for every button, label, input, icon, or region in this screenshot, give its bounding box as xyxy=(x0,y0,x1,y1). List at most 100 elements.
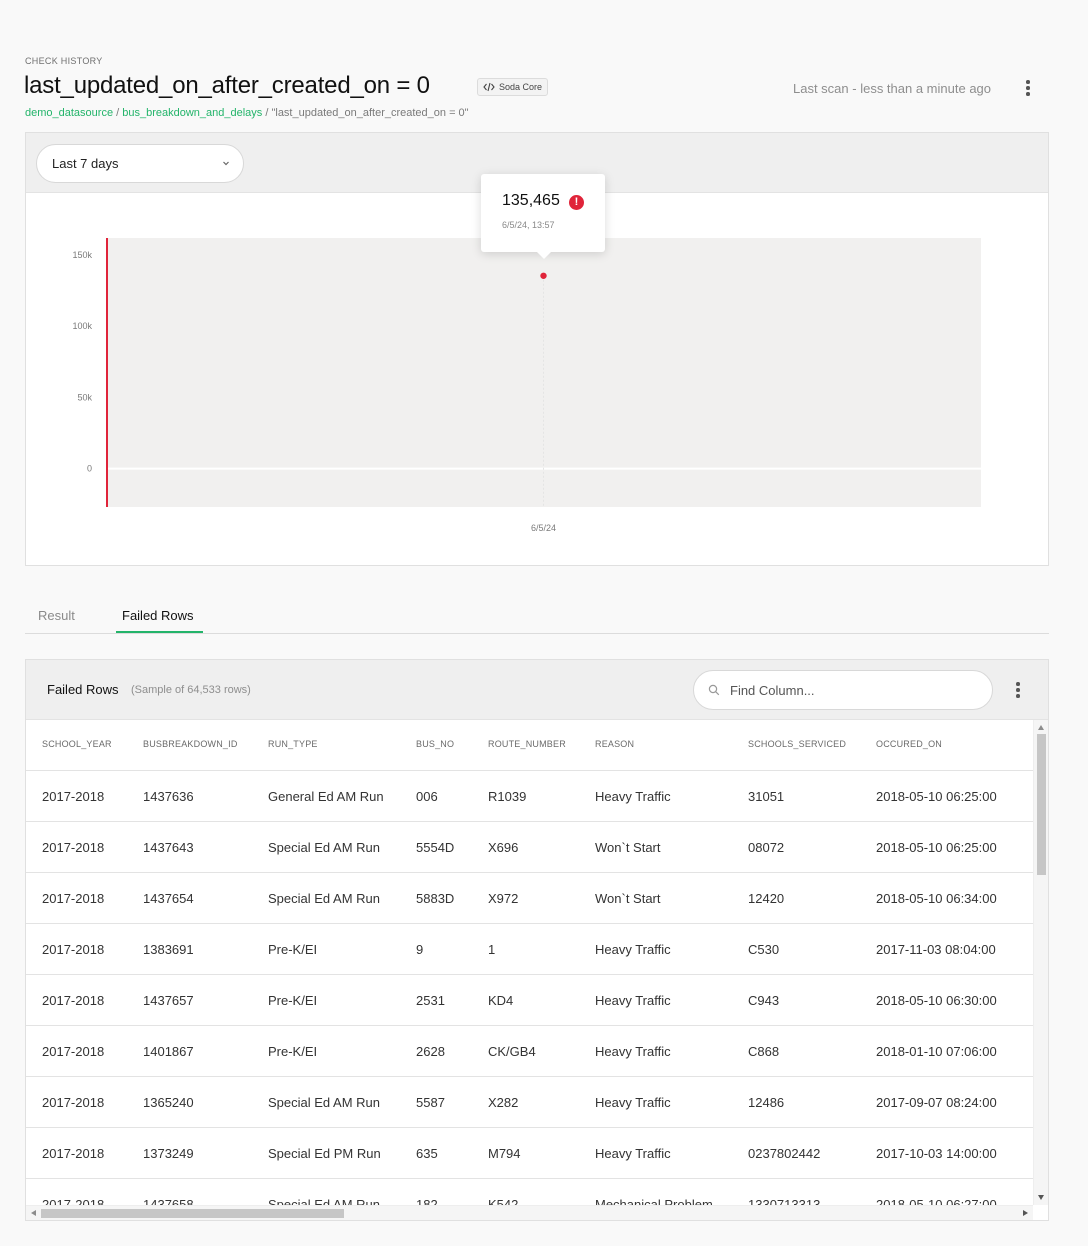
table-cell: 0237802442 xyxy=(748,1146,821,1161)
table-cell: 12486 xyxy=(748,1095,785,1110)
badge-label: Soda Core xyxy=(499,82,543,92)
table-cell: X972 xyxy=(488,891,519,906)
column-header[interactable]: RUN_TYPE xyxy=(268,739,318,749)
table-cell: Pre-K/EI xyxy=(268,942,318,957)
x-tick-label: 6/5/24 xyxy=(531,523,556,533)
code-icon xyxy=(483,82,495,92)
data-point xyxy=(540,272,547,279)
scroll-right-arrow[interactable] xyxy=(1023,1210,1028,1216)
table-cell: Heavy Traffic xyxy=(595,942,671,957)
table-cell: Heavy Traffic xyxy=(595,1044,671,1059)
table-cell: C868 xyxy=(748,1044,780,1059)
table-cell: Special Ed AM Run xyxy=(268,1095,381,1110)
failed-rows-sample-count: (Sample of 64,533 rows) xyxy=(131,684,251,696)
table-cell: Heavy Traffic xyxy=(595,993,671,1008)
table-row[interactable]: 2017-2018 1437654 Special Ed AM Run 5883D X9… xyxy=(26,873,1033,924)
table-cell: 2017-11-03 08:04:00 xyxy=(876,942,996,957)
table-cell: 5587 xyxy=(416,1095,445,1110)
table-cell: 1437654 xyxy=(143,891,194,906)
more-actions-button[interactable] xyxy=(1020,78,1036,98)
vertical-scroll-thumb[interactable] xyxy=(1037,734,1046,875)
table-cell: 1437643 xyxy=(143,840,194,855)
column-header[interactable]: REASON xyxy=(595,739,634,749)
table-cell: 2017-2018 xyxy=(42,891,105,906)
error-icon: ! xyxy=(569,195,584,210)
scroll-up-arrow[interactable] xyxy=(1038,725,1044,730)
column-header[interactable]: OCCURED_ON xyxy=(876,739,942,749)
table-cell: 635 xyxy=(416,1146,438,1161)
tab-result[interactable]: Result xyxy=(38,608,75,623)
y-tick-label: 150k xyxy=(72,250,92,260)
table-cell: 31051 xyxy=(748,789,785,804)
search-icon xyxy=(708,684,720,696)
table-cell: 2017-09-07 08:24:00 xyxy=(876,1095,997,1110)
failed-rows-panel: Failed Rows (Sample of 64,533 rows) SCHO… xyxy=(25,659,1049,1221)
scroll-down-arrow[interactable] xyxy=(1038,1195,1044,1200)
table-cell: Pre-K/EI xyxy=(268,1044,318,1059)
table-cell: 2017-2018 xyxy=(42,1146,105,1161)
tooltip-arrow xyxy=(537,252,551,259)
tooltip-timestamp: 6/5/24, 13:57 xyxy=(502,220,555,230)
table-row[interactable]: 2017-2018 1437636 General Ed AM Run 006 R103… xyxy=(26,771,1033,822)
table-row[interactable]: 2017-2018 1437643 Special Ed AM Run 5554D X6… xyxy=(26,822,1033,873)
last-scan-status: Last scan - less than a minute ago xyxy=(793,81,992,96)
table-cell: 5883D xyxy=(416,891,455,906)
find-column-input[interactable] xyxy=(730,682,960,698)
page-eyebrow: CHECK HISTORY xyxy=(25,56,103,66)
chart-tooltip: 135,465 ! 6/5/24, 13:57 xyxy=(481,174,605,259)
table-header-row: SCHOOL_YEAR BUSBREAKDOWN_ID RUN_TYPE BUS_NO… xyxy=(26,720,1033,771)
table-cell: X696 xyxy=(488,840,519,855)
result-tabs: Result Failed Rows xyxy=(25,597,1049,634)
table-cell: 2017-2018 xyxy=(42,942,105,957)
breadcrumb-datasource[interactable]: demo_datasource xyxy=(25,107,113,119)
column-header[interactable]: ROUTE_NUMBER xyxy=(488,739,566,749)
breadcrumb-dataset[interactable]: bus_breakdown_and_delays xyxy=(122,107,262,119)
failed-rows-table: SCHOOL_YEAR BUSBREAKDOWN_ID RUN_TYPE BUS_NO… xyxy=(26,720,1033,1220)
table-cell: Special Ed AM Run xyxy=(268,840,381,855)
table-cell: 1373249 xyxy=(143,1146,194,1161)
table-row[interactable]: 2017-2018 1437657 Pre-K/EI 2531 KD4 Heavy Tra… xyxy=(26,975,1033,1026)
table-cell: C530 xyxy=(748,942,780,957)
table-cell: 2018-05-10 06:30:00 xyxy=(876,993,997,1008)
column-header[interactable]: SCHOOLS_SERVICED xyxy=(748,739,846,749)
breadcrumb-check: "last_updated_on_after_created_on = 0" xyxy=(271,107,469,119)
table-cell: 2017-2018 xyxy=(42,1044,105,1059)
table-cell: 2017-2018 xyxy=(42,840,105,855)
table-row[interactable]: 2017-2018 1373249 Special Ed PM Run 635 M794… xyxy=(26,1128,1033,1179)
table-cell: 2017-2018 xyxy=(42,993,105,1008)
table-cell: 9 xyxy=(416,942,424,957)
table-cell: Special Ed PM Run xyxy=(268,1146,381,1161)
table-cell: CK/GB4 xyxy=(488,1044,536,1059)
breadcrumb-separator: / xyxy=(113,107,123,119)
breadcrumb: demo_datasource / bus_breakdown_and_dela… xyxy=(25,107,469,119)
table-cell: 1365240 xyxy=(143,1095,194,1110)
table-cell: 006 xyxy=(416,789,438,804)
horizontal-scroll-thumb[interactable] xyxy=(41,1209,344,1218)
horizontal-scrollbar[interactable] xyxy=(26,1205,1033,1220)
table-cell: Special Ed AM Run xyxy=(268,891,381,906)
column-header[interactable]: SCHOOL_YEAR xyxy=(42,739,112,749)
table-cell: Won`t Start xyxy=(595,840,661,855)
column-header[interactable]: BUS_NO xyxy=(416,739,454,749)
table-cell: 2018-05-10 06:25:00 xyxy=(876,840,997,855)
table-cell: 2531 xyxy=(416,993,445,1008)
column-header[interactable]: BUSBREAKDOWN_ID xyxy=(143,739,238,749)
table-cell: General Ed AM Run xyxy=(268,789,384,804)
table-cell: KD4 xyxy=(488,993,514,1008)
table-cell: 1437636 xyxy=(143,789,194,804)
tab-failed-rows[interactable]: Failed Rows xyxy=(122,608,194,623)
table-row[interactable]: 2017-2018 1383691 Pre-K/EI 9 1 Heavy Traffic C… xyxy=(26,924,1033,975)
table-row[interactable]: 2017-2018 1401867 Pre-K/EI 2628 CK/GB4 Heavy … xyxy=(26,1026,1033,1077)
table-cell: Heavy Traffic xyxy=(595,1095,671,1110)
table-cell: 1 xyxy=(488,942,496,957)
table-row[interactable]: 2017-2018 1365240 Special Ed AM Run 5587 X28… xyxy=(26,1077,1033,1128)
table-cell: 2017-2018 xyxy=(42,1095,105,1110)
table-cell: C943 xyxy=(748,993,780,1008)
find-column-search[interactable] xyxy=(693,670,993,710)
table-more-actions-button[interactable] xyxy=(1010,680,1026,700)
table-cell: 2628 xyxy=(416,1044,445,1059)
table-cell: 5554D xyxy=(416,840,455,855)
failed-rows-title: Failed Rows xyxy=(47,682,119,697)
scroll-left-arrow[interactable] xyxy=(31,1210,36,1216)
vertical-scrollbar[interactable] xyxy=(1033,720,1048,1205)
